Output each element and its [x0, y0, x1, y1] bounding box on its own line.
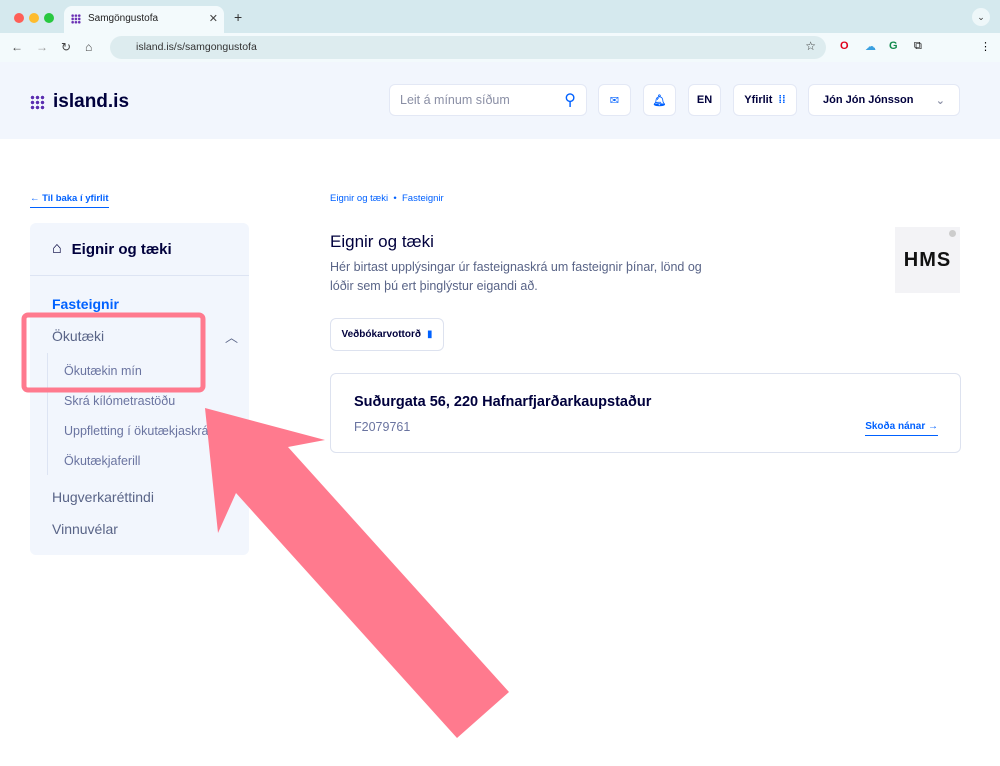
annotation-overlay — [21, 312, 509, 738]
arrow-annotation — [205, 408, 509, 738]
highlight-box — [21, 312, 206, 393]
